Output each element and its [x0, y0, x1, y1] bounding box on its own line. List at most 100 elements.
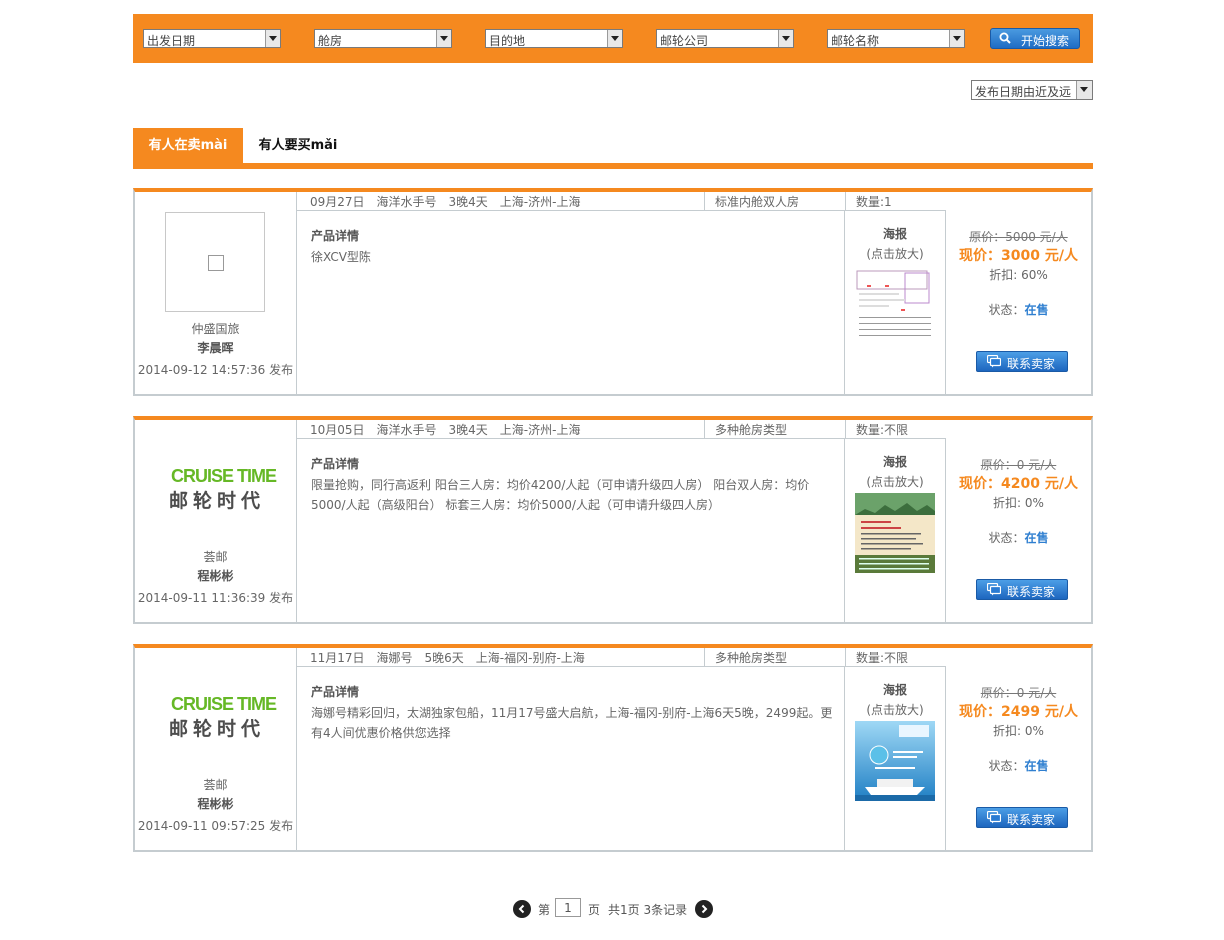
cabin-type: 多种舱房类型: [704, 648, 845, 666]
original-price: 原价：5000 元/人: [969, 230, 1068, 244]
tab-bar: 有人在卖mài 有人要买mǎi: [133, 128, 1093, 169]
cabin-select[interactable]: 舱房: [314, 29, 452, 48]
listing-status: 状态：在售: [946, 529, 1091, 546]
product-details: 产品详情 徐XCV型陈: [296, 211, 845, 394]
seller-name: 程彬彬: [197, 797, 234, 811]
poster-heading: 海报: [882, 683, 907, 697]
listing-status: 状态：在售: [946, 301, 1091, 318]
broken-image-icon: [208, 255, 224, 271]
contact-seller-button[interactable]: 联系卖家: [976, 579, 1068, 600]
contact-seller-button[interactable]: 联系卖家: [976, 351, 1068, 372]
cabin-type-label: 标准内舱双人房: [715, 195, 800, 209]
agency-name: 仲盛国旅: [191, 322, 240, 336]
next-page-button[interactable]: [695, 900, 713, 918]
seller-info: CRUISE TIME 邮轮时代 荟邮 程彬彬 2014-09-11 09:57…: [135, 648, 297, 850]
seller-info: 仲盛国旅 李晨晖 2014-09-12 14:57:36 发布: [135, 192, 297, 394]
quantity: 数量:不限: [845, 648, 946, 666]
cabin-type: 多种舱房类型: [704, 420, 845, 438]
route-info: 10月05日 海洋水手号 3晚4天 上海-济州-上海: [310, 423, 581, 437]
status-value: 在售: [1024, 759, 1049, 773]
page-number-input[interactable]: [555, 898, 581, 917]
price-section: 原价：5000 元/人 现价：3000 元/人 折扣: 60% 状态：在售 联系…: [946, 192, 1091, 394]
logo-chinese-text: 邮轮时代: [169, 490, 266, 512]
listing-status: 状态：在售: [946, 757, 1091, 774]
discount: 折扣: 0%: [993, 724, 1044, 738]
cabin-type-label: 多种舱房类型: [715, 423, 788, 437]
cruise-company-select[interactable]: 邮轮公司: [656, 29, 794, 48]
discount: 折扣: 0%: [993, 496, 1044, 510]
search-button-label: 开始搜索: [1021, 34, 1070, 48]
current-price: 现价：2499 元/人: [959, 704, 1078, 720]
departure-date-select[interactable]: 出发日期: [143, 29, 281, 48]
poster-thumbnail[interactable]: [855, 721, 935, 801]
sort-select[interactable]: 发布日期由近及远: [971, 80, 1093, 100]
quantity-label: 数量:不限: [856, 423, 909, 437]
cruise-name-label: 邮轮名称: [831, 34, 880, 48]
details-body: 海娜号精彩回归，太湖独家包船，11月17号盛大启航，上海-福冈-别府-上海6天5…: [311, 706, 833, 740]
quantity: 数量:不限: [845, 420, 946, 438]
poster-hint: (点击放大): [866, 475, 924, 489]
search-button[interactable]: 开始搜索: [990, 28, 1080, 49]
contact-seller-label: 联系卖家: [1007, 357, 1056, 371]
product-details: 产品详情 海娜号精彩回归，太湖独家包船，11月17号盛大启航，上海-福冈-别府-…: [296, 667, 845, 850]
price-section: 原价：0 元/人 现价：2499 元/人 折扣: 0% 状态：在售 联系卖家: [946, 648, 1091, 850]
page-suffix: 页: [588, 903, 601, 917]
route-info: 09月27日 海洋水手号 3晚4天 上海-济州-上海: [310, 195, 581, 209]
dropdown-arrow-icon[interactable]: [265, 30, 280, 47]
route-info: 11月17日 海娜号 5晚6天 上海-福冈-别府-上海: [310, 651, 585, 665]
status-label: 状态：: [988, 303, 1025, 317]
publish-date: 2014-09-12 14:57:36 发布: [137, 363, 294, 377]
poster-hint: (点击放大): [866, 703, 924, 717]
logo-english-text: CRUISE TIME: [171, 466, 277, 486]
page-prefix: 第: [538, 903, 551, 917]
dropdown-arrow-icon[interactable]: [436, 30, 451, 47]
cruise-name-select[interactable]: 邮轮名称: [827, 29, 965, 48]
search-icon: [999, 32, 1011, 44]
publish-date: 2014-09-11 11:36:39 发布: [137, 591, 294, 605]
agency-name: 荟邮: [203, 778, 228, 792]
dropdown-arrow-icon[interactable]: [607, 30, 622, 47]
cruise-time-logo: CRUISE TIME 邮轮时代: [159, 466, 279, 516]
original-price: 原价：0 元/人: [980, 458, 1057, 472]
cruise-company-label: 邮轮公司: [660, 34, 709, 48]
details-body: 限量抢购，同行高返利 阳台三人房：均价4200/人起（可申请升级四人房） 阳台双…: [311, 478, 810, 512]
cabin-select-label: 舱房: [318, 34, 343, 48]
poster-section: 海报 (点击放大): [845, 211, 946, 394]
poster-thumbnail[interactable]: [855, 493, 935, 573]
seller-info: CRUISE TIME 邮轮时代 荟邮 程彬彬 2014-09-11 11:36…: [135, 420, 297, 622]
sort-select-label: 发布日期由近及远: [975, 85, 1072, 99]
original-price: 原价：0 元/人: [980, 686, 1057, 700]
tab-selling[interactable]: 有人在卖mài: [133, 128, 243, 163]
chevron-right-icon: [701, 904, 708, 914]
listing-header-row: 10月05日 海洋水手号 3晚4天 上海-济州-上海 多种舱房类型 数量:不限: [296, 420, 946, 439]
dropdown-arrow-icon[interactable]: [778, 30, 793, 47]
cabin-type: 标准内舱双人房: [704, 192, 845, 210]
dropdown-arrow-icon[interactable]: [949, 30, 964, 47]
poster-section: 海报 (点击放大): [845, 439, 946, 622]
chat-icon: [987, 355, 1001, 368]
poster-thumbnail[interactable]: [855, 265, 935, 345]
status-value: 在售: [1024, 303, 1049, 317]
publish-date: 2014-09-11 09:57:25 发布: [137, 819, 294, 833]
status-label: 状态：: [988, 531, 1025, 545]
contact-seller-button[interactable]: 联系卖家: [976, 807, 1068, 828]
listing-header-row: 11月17日 海娜号 5晚6天 上海-福冈-别府-上海 多种舱房类型 数量:不限: [296, 648, 946, 667]
chat-icon: [987, 811, 1001, 824]
discount: 折扣: 60%: [989, 268, 1048, 282]
current-price: 现价：3000 元/人: [959, 248, 1078, 264]
prev-page-button[interactable]: [513, 900, 531, 918]
cruise-time-logo: CRUISE TIME 邮轮时代: [159, 694, 279, 744]
destination-select[interactable]: 目的地: [485, 29, 623, 48]
poster-section: 海报 (点击放大): [845, 667, 946, 850]
details-body: 徐XCV型陈: [311, 250, 371, 264]
current-price: 现价：4200 元/人: [959, 476, 1078, 492]
listing-card: CRUISE TIME 邮轮时代 荟邮 程彬彬 2014-09-11 09:57…: [133, 644, 1093, 852]
quantity-label: 数量:不限: [856, 651, 909, 665]
seller-name: 李晨晖: [197, 341, 234, 355]
quantity-label: 数量:1: [856, 195, 892, 209]
poster-heading: 海报: [882, 455, 907, 469]
tab-buying[interactable]: 有人要买mǎi: [243, 128, 353, 163]
details-heading: 产品详情: [311, 229, 360, 243]
details-heading: 产品详情: [311, 685, 360, 699]
dropdown-arrow-icon[interactable]: [1076, 81, 1092, 99]
